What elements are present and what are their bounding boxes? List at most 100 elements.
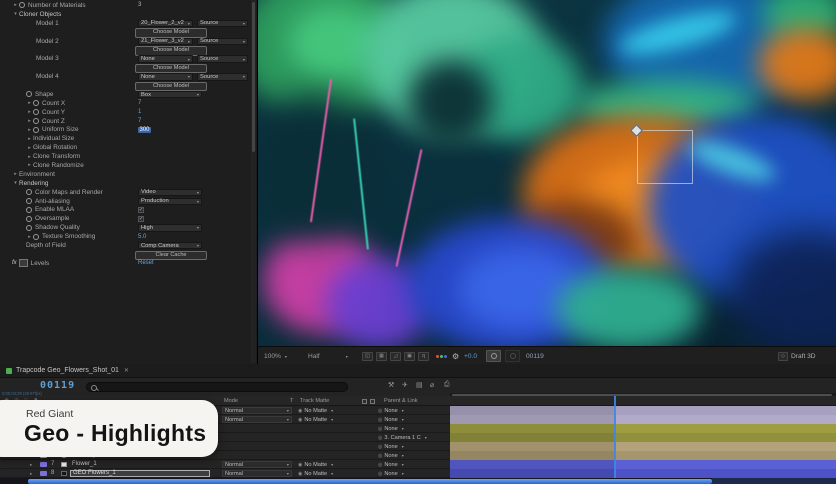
property-dropdown[interactable]: 20_Flower_2_v2▾ bbox=[138, 20, 193, 27]
twirl-icon[interactable]: ▸ bbox=[26, 136, 33, 142]
stopwatch-icon[interactable] bbox=[33, 109, 39, 115]
pixel-aspect-icon[interactable]: ɋ bbox=[418, 352, 429, 361]
motion-blur-icon[interactable]: ⌀ bbox=[430, 381, 434, 389]
show-snapshot-icon[interactable] bbox=[505, 347, 520, 365]
source-dropdown[interactable]: Source▾ bbox=[197, 55, 248, 62]
parent-link-dropdown[interactable]: ◎None▾ bbox=[378, 443, 448, 450]
exposure-value[interactable]: +0.0 bbox=[464, 347, 477, 365]
transparency-grid-icon[interactable]: ▦ bbox=[376, 352, 387, 361]
track-matte-column-header[interactable]: Track Matte bbox=[300, 398, 329, 404]
current-time-indicator-line[interactable] bbox=[614, 396, 616, 478]
mode-column-header[interactable]: Mode bbox=[224, 398, 238, 404]
twirl-icon[interactable]: ▾ bbox=[12, 180, 19, 186]
settings-gear-icon[interactable]: ⚙ bbox=[452, 347, 459, 365]
composition-mini-flowchart-icon[interactable]: ⚒ bbox=[388, 381, 394, 389]
checkbox[interactable]: ✓ bbox=[138, 216, 144, 222]
stopwatch-icon[interactable] bbox=[33, 127, 39, 133]
stopwatch-icon[interactable] bbox=[26, 225, 32, 231]
stopwatch-icon[interactable] bbox=[26, 198, 32, 204]
source-dropdown[interactable]: Source▾ bbox=[197, 73, 248, 80]
show-channel-icon[interactable] bbox=[436, 347, 447, 365]
frame-blending-icon[interactable]: ▤ bbox=[416, 381, 423, 389]
resolution-dropdown[interactable]: Half▾ bbox=[308, 347, 348, 365]
property-value[interactable]: 1 bbox=[138, 109, 141, 115]
mask-outline-icon[interactable]: ◿ bbox=[390, 352, 401, 361]
source-dropdown[interactable]: Source▾ bbox=[197, 38, 248, 45]
twirl-icon[interactable]: ▸ bbox=[26, 162, 33, 168]
timeline-scroll-thumb[interactable] bbox=[28, 479, 712, 484]
draft-3d-toggle[interactable]: ◇ Draft 3D bbox=[778, 347, 816, 365]
parent-link-dropdown[interactable]: ◎None▾ bbox=[378, 416, 448, 423]
timeline-horizontal-scrollbar[interactable] bbox=[0, 478, 836, 484]
parent-link-dropdown[interactable]: ◎None▾ bbox=[378, 461, 448, 468]
stopwatch-icon[interactable] bbox=[33, 234, 39, 240]
twirl-icon[interactable]: ▸ bbox=[30, 471, 32, 477]
matte-toggle-icon[interactable] bbox=[362, 399, 367, 404]
blend-mode-dropdown[interactable]: Normal▾ bbox=[222, 407, 292, 414]
composition-viewport[interactable] bbox=[258, 0, 836, 346]
property-value-selected[interactable]: 300 bbox=[138, 127, 151, 133]
checkbox[interactable]: ✓ bbox=[138, 207, 144, 213]
track-matte-dropdown[interactable]: ◉No Matte▾ bbox=[298, 470, 370, 477]
twirl-icon[interactable]: ▸ bbox=[26, 145, 33, 151]
matte-toggle-icon[interactable] bbox=[370, 399, 375, 404]
twirl-icon[interactable]: ▸ bbox=[26, 234, 33, 240]
blend-mode-dropdown[interactable]: Normal▾ bbox=[222, 461, 292, 468]
panel-scrollbar-thumb[interactable] bbox=[252, 2, 255, 152]
stopwatch-icon[interactable] bbox=[26, 216, 32, 222]
stopwatch-icon[interactable] bbox=[33, 100, 39, 106]
twirl-icon[interactable]: ▾ bbox=[12, 11, 19, 17]
stopwatch-icon[interactable] bbox=[26, 207, 32, 213]
twirl-icon[interactable]: ▸ bbox=[26, 127, 33, 133]
layer-selection-box[interactable] bbox=[637, 130, 693, 184]
current-time-display[interactable]: 00119 bbox=[40, 380, 75, 391]
property-dropdown[interactable]: Comp Camera▾ bbox=[138, 242, 202, 249]
timeline-search-input[interactable] bbox=[86, 382, 348, 392]
property-value[interactable]: Reset bbox=[138, 260, 154, 266]
roi-icon[interactable]: ◱ bbox=[362, 352, 373, 361]
parent-link-dropdown[interactable]: ◎None▾ bbox=[378, 407, 448, 414]
region-icon[interactable]: ▣ bbox=[404, 352, 415, 361]
label-color-chip[interactable] bbox=[40, 462, 47, 468]
track-matte-dropdown[interactable]: ◉No Matte▾ bbox=[298, 416, 370, 423]
graph-editor-icon[interactable]: ⎙ bbox=[444, 381, 450, 389]
twirl-icon[interactable]: ▸ bbox=[12, 2, 19, 8]
parent-link-dropdown[interactable]: ◎3. Camera 1 C▾ bbox=[378, 434, 448, 441]
twirl-icon[interactable]: ▸ bbox=[30, 462, 32, 468]
property-dropdown[interactable]: None▾ bbox=[138, 55, 193, 62]
property-dropdown[interactable]: Production▾ bbox=[138, 198, 202, 205]
draft-icon[interactable]: ✈ bbox=[402, 381, 408, 389]
panel-scrollbar[interactable] bbox=[251, 0, 256, 363]
twirl-icon[interactable]: ▸ bbox=[26, 109, 33, 115]
blend-mode-dropdown[interactable]: Normal▾ bbox=[222, 416, 292, 423]
property-dropdown[interactable]: High▾ bbox=[138, 224, 202, 231]
twirl-icon[interactable]: ▸ bbox=[26, 118, 33, 124]
layer-row[interactable]: ▸8GEO Flowers_1Normal▾◉No Matte▾◎None▾ bbox=[0, 469, 836, 478]
property-dropdown[interactable]: 21_Flower_3_v2▾ bbox=[138, 38, 193, 45]
property-dropdown[interactable]: Video▾ bbox=[138, 189, 202, 196]
timeline-tab[interactable]: Trapcode Geo_Flowers_Shot_01 bbox=[16, 367, 119, 374]
parent-link-dropdown[interactable]: ◎None▾ bbox=[378, 425, 448, 432]
property-dropdown[interactable]: None▾ bbox=[138, 73, 193, 80]
property-value[interactable]: 7 bbox=[138, 100, 141, 106]
t-column-header[interactable]: T bbox=[290, 398, 293, 404]
twirl-icon[interactable]: ▸ bbox=[26, 100, 33, 106]
layer-row[interactable]: ▸7Flower_1Normal▾◉No Matte▾◎None▾ bbox=[0, 460, 836, 469]
twirl-icon[interactable]: ▸ bbox=[26, 154, 33, 160]
stopwatch-icon[interactable] bbox=[26, 91, 32, 97]
close-icon[interactable]: ✕ bbox=[124, 367, 129, 374]
source-dropdown[interactable]: Source▾ bbox=[197, 20, 248, 27]
parent-link-dropdown[interactable]: ◎None▾ bbox=[378, 452, 448, 459]
property-value[interactable]: 7 bbox=[138, 118, 141, 124]
snapshot-camera-icon[interactable] bbox=[486, 347, 501, 365]
twirl-icon[interactable]: ▸ bbox=[12, 171, 19, 177]
track-matte-dropdown[interactable]: ◉No Matte▾ bbox=[298, 461, 370, 468]
stopwatch-icon[interactable] bbox=[26, 189, 32, 195]
parent-link-dropdown[interactable]: ◎None▾ bbox=[378, 470, 448, 477]
label-color-chip[interactable] bbox=[40, 471, 47, 477]
stopwatch-icon[interactable] bbox=[19, 2, 25, 8]
layer-name[interactable]: GEO Flowers_1 bbox=[70, 470, 210, 477]
stopwatch-icon[interactable] bbox=[33, 118, 39, 124]
track-matte-dropdown[interactable]: ◉No Matte▾ bbox=[298, 407, 370, 414]
blend-mode-dropdown[interactable]: Normal▾ bbox=[222, 470, 292, 477]
